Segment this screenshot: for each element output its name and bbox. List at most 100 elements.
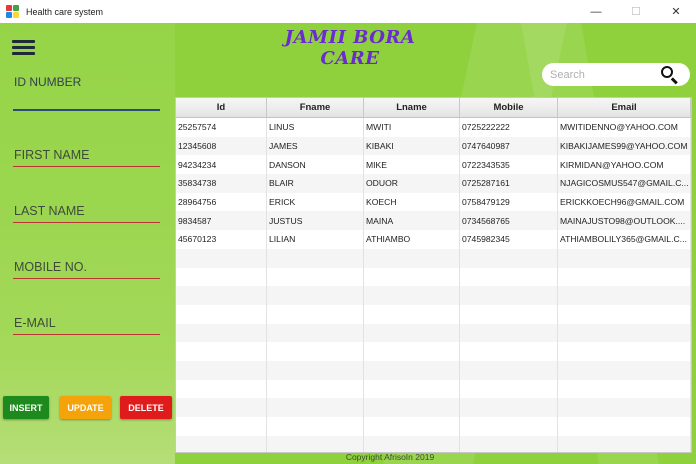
menu-icon[interactable]: [12, 40, 35, 55]
empty-table-row[interactable]: [176, 267, 691, 287]
column-header-mobile[interactable]: Mobile: [460, 98, 558, 117]
window-controls: — ☐ ✕: [576, 0, 696, 23]
table-cell: LILIAN: [267, 230, 364, 249]
empty-table-row[interactable]: [176, 304, 691, 324]
table-cell: [558, 323, 691, 343]
last-name-field[interactable]: LAST NAME: [13, 194, 160, 223]
table-cell: [558, 267, 691, 287]
update-button[interactable]: UPDATE: [60, 396, 111, 419]
table-cell: KIRMIDAN@YAHOO.COM: [558, 155, 691, 175]
table-cell: [460, 248, 558, 268]
search-placeholder: Search: [550, 68, 585, 81]
table-cell: [558, 304, 691, 324]
table-cell: 0725287161: [460, 174, 558, 193]
table-row[interactable]: 9834587 JUSTUS MAINA 0734568765 MAINAJUSTO98…: [176, 211, 691, 231]
table-cell: [364, 267, 460, 287]
empty-table-row[interactable]: [176, 417, 691, 436]
table-cell: [558, 435, 691, 452]
table-cell: 0745982345: [460, 230, 558, 249]
empty-table-row[interactable]: [176, 379, 691, 399]
empty-table-row[interactable]: [176, 323, 691, 343]
table-cell: [364, 342, 460, 361]
app-title: JAMII BORA CARE: [284, 27, 416, 69]
table-cell: [176, 286, 267, 305]
table-cell: ERICK: [267, 192, 364, 212]
table-cell: DANSON: [267, 155, 364, 175]
table-row[interactable]: 28964756 ERICK KOECH 0758479129 ERICKKOECH96…: [176, 192, 691, 212]
table-cell: [176, 435, 267, 452]
patients-table[interactable]: Id Fname Lname Mobile Email 25257574 LINU…: [175, 97, 692, 453]
table-cell: BLAIR: [267, 174, 364, 193]
table-cell: KIBAKIJAMES99@YAHOO.COM: [558, 136, 691, 156]
minimize-button[interactable]: —: [576, 0, 616, 23]
table-cell: [460, 286, 558, 305]
table-cell: [460, 323, 558, 343]
table-row[interactable]: 94234234 DANSON MIKE 0722343535 KIRMIDAN@YAH…: [176, 155, 691, 175]
search-input[interactable]: Search: [542, 63, 690, 86]
id-number-field[interactable]: ID NUMBER: [13, 73, 160, 111]
column-header-email[interactable]: Email: [558, 98, 691, 117]
table-cell: [176, 379, 267, 399]
table-cell: [364, 323, 460, 343]
table-cell: 0734568765: [460, 211, 558, 231]
empty-table-row[interactable]: [176, 435, 691, 452]
table-row[interactable]: 45670123 LILIAN ATHIAMBO 0745982345 ATHIAMBO…: [176, 230, 691, 249]
column-header-lname[interactable]: Lname: [364, 98, 460, 117]
table-row[interactable]: 25257574 LINUS MWITI 0725222222 MWITIDENNO@Y…: [176, 118, 691, 137]
table-cell: ODUOR: [364, 174, 460, 193]
close-button[interactable]: ✕: [656, 0, 696, 23]
table-cell: [558, 248, 691, 268]
table-cell: [558, 342, 691, 361]
table-cell: [364, 417, 460, 436]
table-cell: 94234234: [176, 155, 267, 175]
table-row[interactable]: 35834738 BLAIR ODUOR 0725287161 NJAGICOSMUS5…: [176, 174, 691, 193]
email-field[interactable]: E-MAIL: [13, 306, 160, 335]
first-name-label: FIRST NAME: [14, 148, 90, 162]
empty-table-row[interactable]: [176, 286, 691, 305]
table-cell: [267, 360, 364, 380]
table-cell: [364, 248, 460, 268]
column-header-id[interactable]: Id: [176, 98, 267, 117]
table-cell: MAINAJUSTO98@OUTLOOK....: [558, 211, 691, 231]
first-name-field[interactable]: FIRST NAME: [13, 138, 160, 167]
copyright-footer: Copyright AfrisoIn 2019: [345, 452, 435, 462]
table-cell: [267, 304, 364, 324]
table-cell: [558, 360, 691, 380]
table-cell: [176, 248, 267, 268]
insert-button[interactable]: INSERT: [3, 396, 49, 419]
table-cell: MIKE: [364, 155, 460, 175]
table-header: Id Fname Lname Mobile Email: [176, 98, 691, 118]
table-cell: [176, 323, 267, 343]
table-cell: ATHIAMBOLILY365@GMAIL.C...: [558, 230, 691, 249]
table-cell: 0747640987: [460, 136, 558, 156]
mobile-field[interactable]: MOBILE NO.: [13, 250, 160, 279]
empty-table-row[interactable]: [176, 248, 691, 268]
table-cell: JAMES: [267, 136, 364, 156]
table-cell: 45670123: [176, 230, 267, 249]
table-cell: 9834587: [176, 211, 267, 231]
table-cell: LINUS: [267, 118, 364, 137]
delete-button[interactable]: DELETE: [120, 396, 172, 419]
table-cell: [176, 304, 267, 324]
table-row[interactable]: 12345608 JAMES KIBAKI 0747640987 KIBAKIJAMES…: [176, 136, 691, 156]
table-cell: [267, 398, 364, 417]
table-cell: MAINA: [364, 211, 460, 231]
last-name-label: LAST NAME: [14, 204, 85, 218]
table-cell: [364, 286, 460, 305]
empty-table-row[interactable]: [176, 360, 691, 380]
maximize-button[interactable]: ☐: [616, 0, 656, 23]
table-cell: [558, 379, 691, 399]
column-header-fname[interactable]: Fname: [267, 98, 364, 117]
empty-table-row[interactable]: [176, 342, 691, 361]
table-cell: ATHIAMBO: [364, 230, 460, 249]
table-cell: [267, 267, 364, 287]
empty-table-row[interactable]: [176, 398, 691, 417]
table-cell: 12345608: [176, 136, 267, 156]
table-cell: [364, 398, 460, 417]
table-cell: [176, 398, 267, 417]
table-cell: 0722343535: [460, 155, 558, 175]
search-icon[interactable]: [660, 65, 680, 85]
table-cell: [364, 360, 460, 380]
id-number-label: ID NUMBER: [14, 75, 82, 89]
table-cell: [267, 286, 364, 305]
